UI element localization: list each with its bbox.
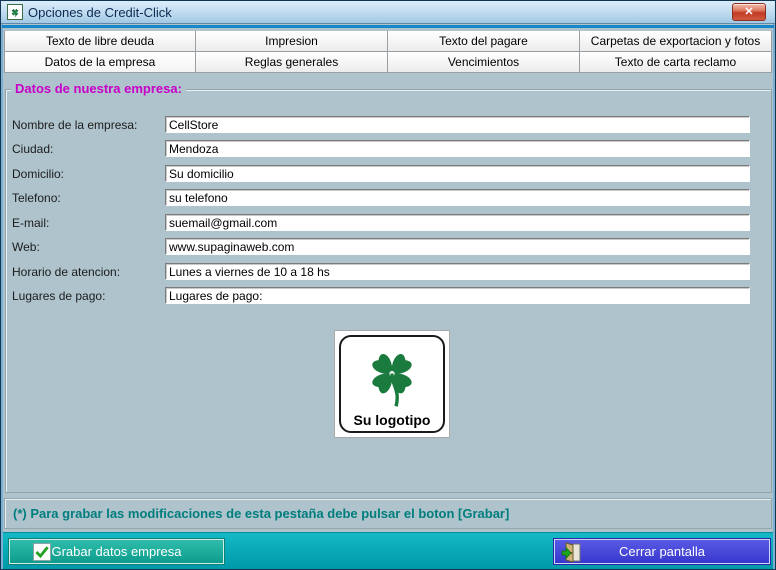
form-row: Domicilio:: [6, 165, 771, 183]
logo-frame: Su logotipo: [339, 335, 445, 433]
company-name-input[interactable]: [165, 116, 750, 133]
checkmark-icon: [33, 543, 51, 561]
tab-row-2: Datos de la empresa Reglas generales Ven…: [4, 52, 772, 73]
footer-note-text: (*) Para grabar las modificaciones de es…: [5, 506, 509, 521]
save-button-label: Grabar datos empresa: [51, 544, 181, 559]
hours-input[interactable]: [165, 263, 750, 280]
form-row: Lugares de pago:: [6, 287, 771, 305]
form-row: Horario de atencion:: [6, 263, 771, 281]
tab-impresion[interactable]: Impresion: [196, 31, 388, 52]
close-screen-button[interactable]: Cerrar pantalla: [554, 539, 770, 564]
options-dialog: Opciones de Credit-Click ✕ Texto de libr…: [0, 0, 776, 570]
form-row: Web:: [6, 238, 771, 256]
window-close-button[interactable]: ✕: [732, 3, 766, 21]
company-name-label: Nombre de la empresa:: [12, 118, 137, 132]
tab-texto-de-carta-reclamo[interactable]: Texto de carta reclamo: [580, 52, 772, 73]
tab-reglas-generales[interactable]: Reglas generales: [196, 52, 388, 73]
form-row: E-mail:: [6, 214, 771, 232]
web-label: Web:: [12, 240, 40, 254]
email-input[interactable]: [165, 214, 750, 231]
tab-texto-del-pagare[interactable]: Texto del pagare: [388, 31, 580, 52]
tab-row-1: Texto de libre deuda Impresion Texto del…: [4, 31, 772, 52]
phone-input[interactable]: [165, 189, 750, 206]
app-clover-icon: [7, 4, 23, 20]
exit-door-icon: [561, 542, 582, 563]
titlebar-accent-line: [2, 25, 774, 28]
groupbox-legend: Datos de nuestra empresa:: [11, 81, 186, 96]
web-input[interactable]: [165, 238, 750, 255]
address-input[interactable]: [165, 165, 750, 182]
close-button-label: Cerrar pantalla: [619, 544, 705, 559]
tab-texto-de-libre-deuda[interactable]: Texto de libre deuda: [4, 31, 196, 52]
tab-strip: Texto de libre deuda Impresion Texto del…: [4, 31, 772, 73]
phone-label: Telefono:: [12, 191, 61, 205]
company-data-groupbox: Datos de nuestra empresa: Nombre de la e…: [5, 89, 772, 493]
tab-carpetas-exportacion-fotos[interactable]: Carpetas de exportacion y fotos: [580, 31, 772, 52]
payment-places-label: Lugares de pago:: [12, 289, 105, 303]
hours-label: Horario de atencion:: [12, 265, 120, 279]
city-label: Ciudad:: [12, 142, 53, 156]
company-logo[interactable]: Su logotipo: [334, 330, 450, 438]
tab-datos-de-la-empresa[interactable]: Datos de la empresa: [4, 52, 196, 73]
titlebar: Opciones de Credit-Click ✕: [1, 1, 775, 24]
save-company-data-button[interactable]: Grabar datos empresa: [9, 539, 224, 564]
form-row: Nombre de la empresa:: [6, 116, 771, 134]
email-label: E-mail:: [12, 216, 49, 230]
address-label: Domicilio:: [12, 167, 64, 181]
payment-places-input[interactable]: [165, 287, 750, 304]
footer-note-panel: (*) Para grabar las modificaciones de es…: [4, 498, 772, 529]
form-row: Telefono:: [6, 189, 771, 207]
tab-vencimientos[interactable]: Vencimientos: [388, 52, 580, 73]
city-input[interactable]: [165, 140, 750, 157]
window-title: Opciones de Credit-Click: [28, 5, 172, 20]
button-strip: Grabar datos empresa Cerrar pantalla: [3, 532, 773, 569]
clover-icon: [358, 339, 426, 416]
form-row: Ciudad:: [6, 140, 771, 158]
